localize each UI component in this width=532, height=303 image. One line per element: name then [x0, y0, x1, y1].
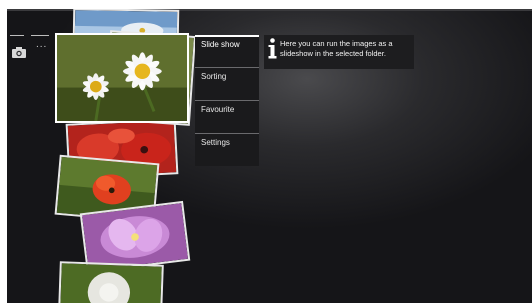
header-rule-left [10, 35, 24, 36]
menu-separator [195, 100, 259, 101]
menu-item-slide-show[interactable]: Slide show [195, 35, 259, 67]
info-text: Here you can run the images as a slidesh… [280, 39, 393, 58]
menu-item-sorting[interactable]: Sorting [195, 67, 259, 99]
menu-separator [195, 67, 259, 68]
menu-item-label: Sorting [201, 72, 227, 81]
tv-screen: ... Slide show Sorting Favourite Setting… [7, 9, 532, 303]
info-box: Here you can run the images as a slidesh… [264, 35, 414, 69]
context-menu: Slide show Sorting Favourite Settings [195, 35, 259, 166]
menu-item-settings[interactable]: Settings [195, 133, 259, 165]
menu-item-label: Slide show [201, 40, 240, 49]
header-rule-right [31, 35, 49, 36]
menu-separator [195, 133, 259, 134]
menu-item-favourite[interactable]: Favourite [195, 100, 259, 132]
thumbnail-dandelion[interactable] [58, 261, 164, 303]
menu-separator [195, 35, 259, 37]
menu-item-label: Settings [201, 138, 230, 147]
folder-ellipsis: ... [36, 39, 48, 50]
camera-icon [12, 45, 26, 58]
info-icon [268, 38, 277, 60]
selected-thumbnail-daisies[interactable] [55, 33, 189, 123]
menu-item-label: Favourite [201, 105, 235, 114]
